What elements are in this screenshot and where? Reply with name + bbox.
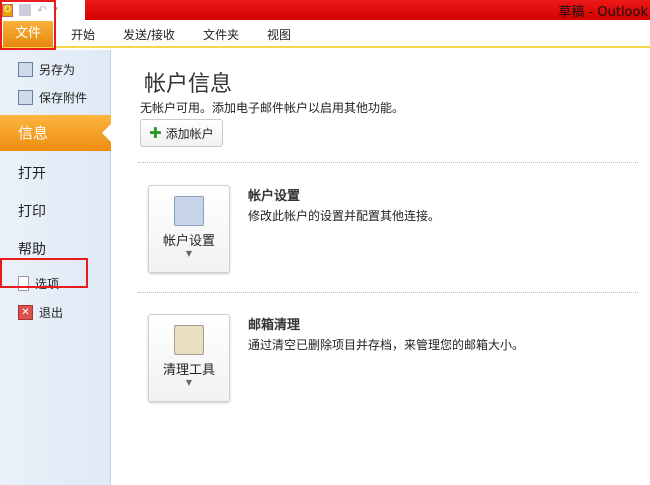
highlight-box-file: [0, 0, 56, 50]
ribbon-tabs: 文件 开始 发送/接收 文件夹 视图: [0, 20, 650, 48]
window-title: 草稿 - Outlook: [558, 5, 648, 20]
chevron-down-icon: ▼: [185, 378, 193, 387]
exit-icon: ✕: [18, 305, 33, 320]
mailbox-cleanup-heading: 邮箱清理: [248, 318, 301, 333]
account-settings-icon: [174, 196, 204, 226]
sidebar-item-open[interactable]: 打开: [18, 163, 46, 183]
plus-icon: ✚: [149, 124, 162, 142]
page-subtitle: 无帐户可用。添加电子邮件帐户以启用其他功能。: [140, 101, 405, 115]
account-settings-button[interactable]: 帐户设置 ▼: [148, 185, 230, 273]
sidebar-item-exit[interactable]: ✕ 退出: [18, 304, 63, 321]
tab-send-receive[interactable]: 发送/接收: [123, 26, 175, 43]
highlight-box-options: [0, 258, 88, 288]
cleanup-tools-button[interactable]: 清理工具 ▼: [148, 314, 230, 402]
tab-home[interactable]: 开始: [71, 26, 95, 43]
save-as-icon: [18, 62, 33, 77]
sidebar-item-print[interactable]: 打印: [18, 201, 46, 221]
page-title: 帐户信息: [144, 72, 233, 97]
divider: [138, 292, 638, 293]
account-settings-desc: 修改此帐户的设置并配置其他连接。: [248, 209, 441, 223]
divider: [138, 162, 638, 163]
cleanup-broom-icon: [174, 325, 204, 355]
add-account-button[interactable]: ✚ 添加帐户: [140, 119, 223, 147]
tab-view[interactable]: 视图: [267, 26, 291, 43]
chevron-down-icon: ▼: [185, 249, 193, 258]
sidebar-item-save-attachments[interactable]: 保存附件: [18, 89, 87, 106]
attachment-icon: [18, 90, 33, 105]
sidebar-item-info[interactable]: 信息: [0, 115, 112, 151]
title-bar: O ↶ ▾ 草稿 - Outlook: [0, 0, 650, 20]
account-settings-heading: 帐户设置: [248, 189, 301, 204]
sidebar-item-help[interactable]: 帮助: [18, 239, 46, 259]
tab-folder[interactable]: 文件夹: [203, 26, 239, 43]
sidebar-item-save-as[interactable]: 另存为: [18, 61, 75, 78]
mailbox-cleanup-desc: 通过清空已删除项目并存档，来管理您的邮箱大小。: [248, 338, 525, 352]
